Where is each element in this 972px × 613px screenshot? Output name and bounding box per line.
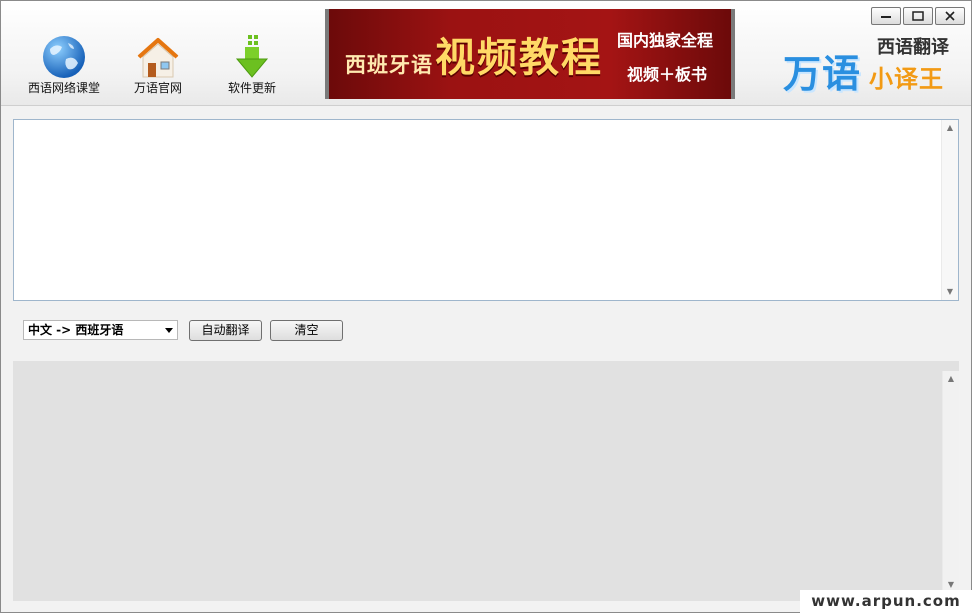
maximize-icon <box>912 11 924 21</box>
chevron-down-icon <box>165 328 173 333</box>
home-icon <box>137 38 179 78</box>
close-icon <box>945 11 955 21</box>
close-button[interactable] <box>935 7 965 25</box>
toolbar-label: 万语官网 <box>133 81 182 95</box>
translation-output-area[interactable]: ▲ ▼ <box>13 361 959 601</box>
banner-left-text: 西班牙语 <box>345 53 433 77</box>
scroll-up-icon[interactable]: ▲ <box>942 120 958 136</box>
toolbar-button-update[interactable]: 软件更新 <box>207 29 297 99</box>
translation-output-text <box>13 361 959 369</box>
source-scrollbar[interactable]: ▲ ▼ <box>941 120 958 300</box>
output-scrollbar[interactable]: ▲ ▼ <box>942 371 959 593</box>
app-window: 西语网络课堂 万语官网 软件更新 西班牙语 视频教程 国内独家全程 视频＋板书 … <box>0 0 972 613</box>
minimize-button[interactable] <box>871 7 901 25</box>
minimize-icon <box>881 16 891 18</box>
toolbar: 西语网络课堂 万语官网 软件更新 西班牙语 视频教程 国内独家全程 视频＋板书 … <box>1 1 971 106</box>
scroll-down-icon[interactable]: ▼ <box>942 284 958 300</box>
maximize-button[interactable] <box>903 7 933 25</box>
banner-right-top: 国内独家全程 <box>617 31 714 50</box>
banner-main-text: 视频教程 <box>435 35 603 81</box>
scroll-up-icon[interactable]: ▲ <box>943 371 959 387</box>
toolbar-button-official-site[interactable]: 万语官网 <box>113 29 203 99</box>
source-text-area[interactable]: ▲ ▼ <box>13 119 959 301</box>
language-direction-value: 中文 -> 西班牙语 <box>28 323 124 337</box>
site-watermark: www.arpun.com <box>800 590 972 613</box>
promo-banner[interactable]: 西班牙语 视频教程 国内独家全程 视频＋板书 <box>325 9 735 99</box>
clear-button[interactable]: 清空 <box>270 320 343 341</box>
banner-right-bottom: 视频＋板书 <box>627 65 708 84</box>
source-text-input[interactable] <box>14 120 942 300</box>
globe-icon <box>43 36 85 78</box>
logo-tagline: 西语翻译 <box>877 37 949 58</box>
download-arrow-icon <box>235 35 269 78</box>
logo-main: 万语 <box>783 52 862 96</box>
toolbar-label: 西语网络课堂 <box>27 81 100 95</box>
toolbar-label: 软件更新 <box>227 81 276 95</box>
logo-sub: 小译王 <box>869 65 944 93</box>
auto-translate-button[interactable]: 自动翻译 <box>189 320 262 341</box>
language-direction-select[interactable]: 中文 -> 西班牙语 <box>23 320 178 340</box>
toolbar-button-online-class[interactable]: 西语网络课堂 <box>19 29 109 99</box>
